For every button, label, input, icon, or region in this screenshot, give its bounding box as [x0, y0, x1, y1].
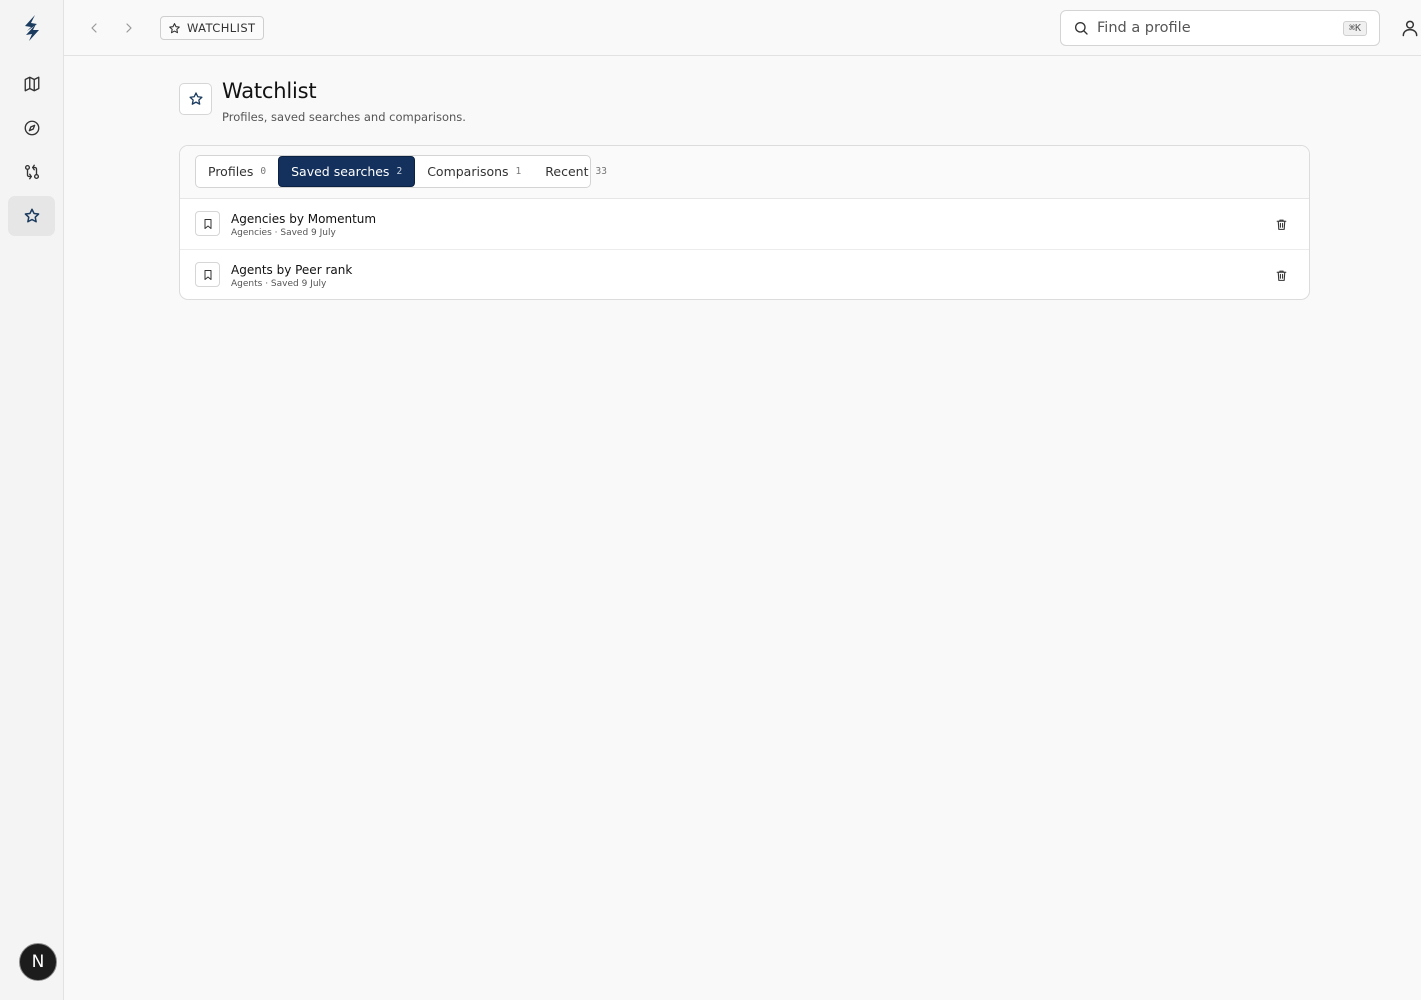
saved-search-title: Agents by Peer rank: [231, 263, 353, 277]
delete-button[interactable]: [1273, 267, 1289, 283]
trash-icon: [1276, 219, 1286, 230]
tab-profiles[interactable]: Profiles 0: [196, 156, 278, 187]
search-icon: [1075, 22, 1088, 35]
trash-icon: [1276, 270, 1286, 281]
forward-button[interactable]: [118, 17, 140, 39]
chevron-left-icon: [91, 23, 97, 33]
page-title: Watchlist: [222, 79, 317, 103]
star-icon: [24, 208, 39, 223]
map-icon: [24, 76, 39, 92]
star-icon: [188, 92, 203, 105]
lightning-s-logo-icon[interactable]: [20, 14, 44, 42]
sidebar-item-explore[interactable]: [8, 108, 55, 148]
profile-search[interactable]: ⌘K: [1060, 10, 1380, 46]
row-icon-box: [195, 262, 220, 287]
tab-count: 1: [515, 166, 522, 177]
git-compare-icon: [24, 164, 39, 180]
tab-count: 2: [396, 166, 403, 177]
page-subtitle: Profiles, saved searches and comparisons…: [222, 110, 466, 124]
tab-comparisons[interactable]: Comparisons 1: [415, 156, 533, 187]
compass-icon: [24, 120, 39, 136]
page-icon: [179, 83, 212, 115]
bookmark-icon: [204, 269, 211, 280]
sidebar-item-watchlist[interactable]: [8, 196, 55, 236]
tab-label: Recent: [545, 164, 589, 179]
row-icon-box: [195, 211, 220, 236]
search-shortcut-badge: ⌘K: [1342, 20, 1367, 36]
user-icon: [1402, 20, 1418, 37]
sidebar: N: [0, 0, 64, 1000]
list-item[interactable]: Agents by Peer rank Agents · Saved 9 Jul…: [180, 250, 1309, 299]
watchlist-tabs: Profiles 0 Saved searches 2 Comparisons …: [195, 155, 607, 188]
breadcrumb-label: WATCHLIST: [187, 21, 256, 35]
back-button[interactable]: [83, 17, 105, 39]
topbar: WATCHLIST ⌘K: [64, 0, 1421, 56]
sidebar-item-map[interactable]: [8, 64, 55, 104]
chevron-right-icon: [126, 23, 132, 33]
bookmark-icon: [204, 218, 211, 229]
avatar-initial: N: [31, 952, 45, 972]
tab-count: 33: [595, 166, 607, 177]
saved-search-meta: Agencies · Saved 9 July: [231, 228, 336, 238]
card-header: Profiles 0 Saved searches 2 Comparisons …: [180, 146, 1309, 199]
tab-label: Saved searches: [291, 164, 390, 179]
saved-search-title: Agencies by Momentum: [231, 212, 377, 226]
saved-search-meta: Agents · Saved 9 July: [231, 279, 327, 289]
star-icon: [169, 22, 180, 33]
search-input[interactable]: [1097, 20, 1343, 36]
avatar[interactable]: N: [19, 943, 57, 981]
watchlist-card: Profiles 0 Saved searches 2 Comparisons …: [179, 145, 1310, 300]
tab-label: Profiles: [208, 164, 254, 179]
breadcrumb[interactable]: WATCHLIST: [160, 16, 265, 40]
tab-count: 0: [260, 166, 267, 177]
tab-recent[interactable]: Recent 33: [533, 156, 619, 187]
app-root: N WATCHLIST ⌘K: [0, 0, 1421, 1000]
user-menu-button[interactable]: [1400, 17, 1420, 39]
sidebar-item-compare[interactable]: [8, 152, 55, 192]
tab-label: Comparisons: [427, 164, 509, 179]
list-item[interactable]: Agencies by Momentum Agencies · Saved 9 …: [180, 199, 1309, 250]
delete-button[interactable]: [1273, 216, 1289, 232]
tab-saved-searches[interactable]: Saved searches 2: [278, 156, 416, 187]
